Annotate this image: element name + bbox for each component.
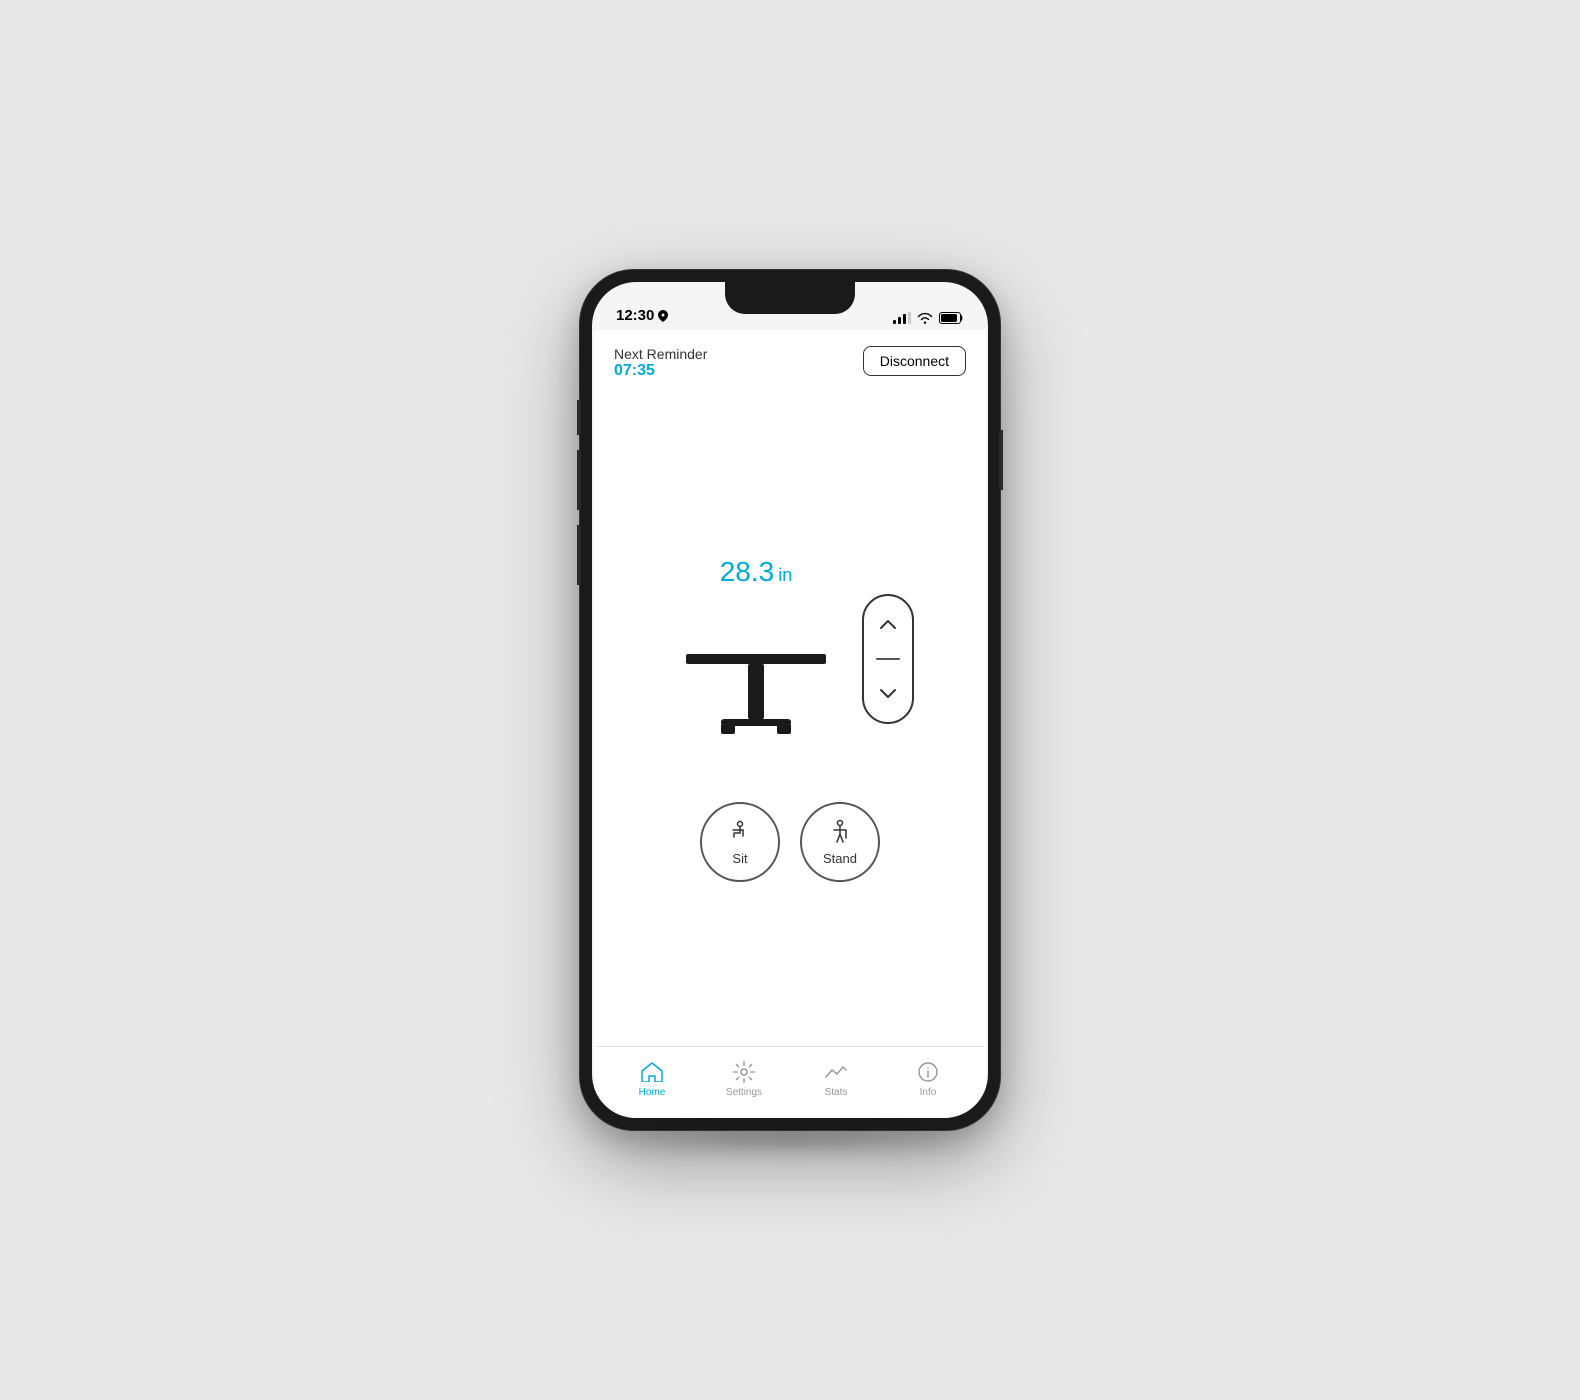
power-button (999, 430, 1003, 490)
disconnect-button[interactable]: Disconnect (863, 346, 966, 376)
app-header: Next Reminder 07:35 Disconnect (594, 330, 986, 392)
phone-frame: 12:30 (580, 270, 1000, 1130)
tab-home-label: Home (639, 1087, 666, 1098)
settings-icon (732, 1060, 756, 1084)
stand-preset-button[interactable]: Stand (800, 802, 880, 882)
desk-illustration (666, 602, 846, 762)
silent-button (577, 400, 581, 435)
desk-section: 28.3 in (666, 556, 914, 762)
tab-info[interactable]: Info (898, 1060, 958, 1098)
desk-visual: 28.3 in (666, 556, 846, 762)
sit-preset-button[interactable]: Sit (700, 802, 780, 882)
sit-label: Sit (732, 851, 747, 866)
time-display: 12:30 (616, 307, 654, 324)
reminder-label: Next Reminder (614, 346, 707, 362)
battery-icon (939, 312, 964, 324)
status-time: 12:30 (616, 307, 668, 324)
app-content: Next Reminder 07:35 Disconnect 28.3 in (594, 330, 986, 1118)
stand-icon (826, 819, 854, 847)
volume-up-button (577, 450, 581, 510)
reminder-time: 07:35 (614, 362, 707, 380)
wifi-icon (917, 312, 933, 324)
notch (725, 282, 855, 314)
signal-icon (893, 312, 911, 324)
height-up-button[interactable] (870, 606, 906, 642)
tab-stats-label: Stats (825, 1087, 848, 1098)
preset-row: Sit (700, 802, 880, 882)
desk-height-unit: in (778, 565, 792, 586)
desk-height-value: 28.3 (720, 556, 775, 588)
tab-home[interactable]: Home (622, 1060, 682, 1098)
location-icon (658, 310, 668, 322)
height-control (862, 594, 914, 724)
phone-shadow (610, 1130, 970, 1150)
tab-settings[interactable]: Settings (714, 1060, 774, 1098)
tab-bar: Home Settings (596, 1046, 984, 1118)
reminder-section: Next Reminder 07:35 (614, 346, 707, 380)
phone-screen: 12:30 (592, 282, 988, 1118)
status-icons (893, 312, 964, 324)
volume-down-button (577, 525, 581, 585)
stand-label: Stand (823, 851, 857, 866)
stats-icon (824, 1060, 848, 1084)
tab-info-label: Info (920, 1087, 937, 1098)
tab-stats[interactable]: Stats (806, 1060, 866, 1098)
tab-settings-label: Settings (726, 1087, 762, 1098)
height-down-button[interactable] (870, 676, 906, 712)
info-icon (916, 1060, 940, 1084)
home-icon (640, 1060, 664, 1084)
sit-icon (726, 819, 754, 847)
main-area: 28.3 in (594, 392, 986, 1046)
ud-divider (876, 658, 900, 660)
